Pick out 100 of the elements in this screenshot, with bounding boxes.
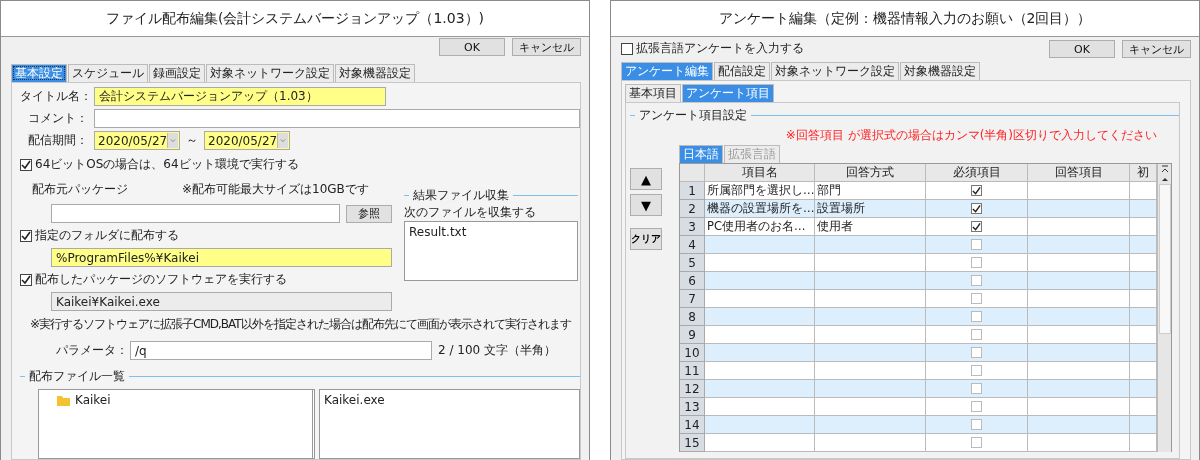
ok-button[interactable]: OK xyxy=(1049,40,1115,58)
table-cell: 所属部門を選択し… xyxy=(705,182,815,200)
column-header: 回答方式 xyxy=(815,164,926,182)
browse-button[interactable]: 参照 xyxy=(346,204,392,223)
table-corner xyxy=(680,164,705,182)
move-down-button[interactable]: ▼ xyxy=(630,194,662,216)
table-cell xyxy=(1130,218,1157,236)
checkbox[interactable] xyxy=(971,365,982,376)
checkbox[interactable] xyxy=(971,383,982,394)
checkbox[interactable] xyxy=(971,239,982,250)
range-separator: ～ xyxy=(186,132,198,149)
checkbox[interactable] xyxy=(971,203,982,214)
tab[interactable]: 対象機器設定 xyxy=(900,62,980,80)
tree-item[interactable]: Kaikei xyxy=(57,393,308,407)
row-number: 7 xyxy=(680,290,705,308)
column-header: 初 xyxy=(1130,164,1157,182)
ok-button[interactable]: OK xyxy=(439,38,505,56)
table-cell xyxy=(1130,182,1157,200)
table-cell xyxy=(1130,200,1157,218)
row-number: 12 xyxy=(680,380,705,398)
checkbox-label: 配布したパッケージのソフトウェアを実行する xyxy=(35,271,287,288)
tab[interactable]: スケジュール xyxy=(68,64,148,82)
table-cell xyxy=(1130,272,1157,290)
cancel-button[interactable]: キャンセル xyxy=(1122,40,1191,58)
column-header: 回答項目 xyxy=(1028,164,1130,182)
row-number: 8 xyxy=(680,308,705,326)
checkbox[interactable] xyxy=(971,257,982,268)
tab[interactable]: 対象ネットワーク設定 xyxy=(206,64,334,82)
checkbox[interactable] xyxy=(971,329,982,340)
table-cell: PC使用者のお名… xyxy=(705,218,815,236)
checkbox[interactable] xyxy=(20,273,32,286)
checkbox[interactable] xyxy=(971,275,982,286)
table-cell xyxy=(1130,398,1157,416)
field-label: 配布元パッケージ xyxy=(32,181,128,198)
size-note: ※配布可能最大サイズは10GBです xyxy=(182,181,369,198)
row-number: 3 xyxy=(680,218,705,236)
table-cell: 設置場所 xyxy=(815,200,926,218)
row-number: 9 xyxy=(680,326,705,344)
table-cell xyxy=(1130,326,1157,344)
folder-field[interactable]: %ProgramFiles%¥Kaikei xyxy=(51,248,392,267)
scrollbar-thumb[interactable] xyxy=(1158,184,1171,334)
row-number: 4 xyxy=(680,236,705,254)
list-item[interactable]: Kaikei.exe xyxy=(324,393,575,407)
list-item: Result.txt xyxy=(409,225,468,239)
row-number: 2 xyxy=(680,200,705,218)
field-label: 次のファイルを収集する xyxy=(404,204,537,221)
parameter-field[interactable]: /q xyxy=(130,341,432,360)
title-field[interactable]: 会計システムバージョンアップ（1.03） xyxy=(94,87,386,106)
start-date-field[interactable]: 2020/05/27 xyxy=(94,131,180,150)
folder-icon xyxy=(57,394,70,406)
checkbox-label: 拡張言語アンケートを入力する xyxy=(636,40,804,57)
checkbox[interactable] xyxy=(621,42,633,55)
row-number: 14 xyxy=(680,416,705,434)
tab[interactable]: 配信設定 xyxy=(714,62,770,80)
move-up-button[interactable]: ▲ xyxy=(630,168,662,190)
warning-text: ※回答項目 が選択式の場合はカンマ(半角)区切りで入力してください xyxy=(785,127,1157,144)
checkbox[interactable] xyxy=(20,229,32,242)
checkbox[interactable] xyxy=(971,311,982,322)
tab[interactable]: 基本項目 xyxy=(625,84,681,102)
field-label: タイトル名： xyxy=(20,88,88,105)
checkbox[interactable] xyxy=(20,158,32,171)
cancel-button[interactable]: キャンセル xyxy=(512,38,581,56)
table-cell xyxy=(1130,254,1157,272)
table-cell xyxy=(1130,362,1157,380)
table-cell xyxy=(1130,344,1157,362)
checkbox[interactable] xyxy=(971,437,982,448)
row-number: 1 xyxy=(680,182,705,200)
column-header: 項目名 xyxy=(705,164,815,182)
scroll-top-icon[interactable] xyxy=(1159,164,1170,174)
scrollbar[interactable] xyxy=(1157,164,1171,452)
tab[interactable]: 対象ネットワーク設定 xyxy=(771,62,899,80)
clear-button[interactable]: クリア xyxy=(630,228,662,250)
comment-field[interactable] xyxy=(94,109,580,128)
checkbox[interactable] xyxy=(971,401,982,412)
table-cell: 部門 xyxy=(815,182,926,200)
checkbox[interactable] xyxy=(971,293,982,304)
file-list[interactable]: Result.txt xyxy=(404,221,578,281)
field-label: コメント： xyxy=(27,110,88,127)
row-number: 13 xyxy=(680,398,705,416)
window-title: アンケート編集（定例：機器情報入力のお願い（2回目）） xyxy=(611,1,1199,37)
end-date-field[interactable]: 2020/05/27 xyxy=(204,131,290,150)
table-cell xyxy=(1130,308,1157,326)
group-title: アンケート項目設定 xyxy=(639,107,747,124)
row-number: 15 xyxy=(680,434,705,452)
table-cell: 使用者 xyxy=(815,218,926,236)
table-cell xyxy=(1130,290,1157,308)
checkbox[interactable] xyxy=(971,347,982,358)
window-title: ファイル配布編集(会計システムバージョンアップ（1.03）) xyxy=(1,1,589,37)
table-cell xyxy=(1130,416,1157,434)
checkbox[interactable] xyxy=(971,185,982,196)
row-number: 6 xyxy=(680,272,705,290)
row-number: 10 xyxy=(680,344,705,362)
package-field[interactable] xyxy=(51,204,340,223)
checkbox[interactable] xyxy=(971,221,982,232)
tab[interactable]: 対象機器設定 xyxy=(335,64,415,82)
character-count: 2 / 100 文字（半角） xyxy=(438,342,557,359)
note-text: ※実行するソフトウェアに拡張子CMD,BAT以外を指定された場合は配布先にて画面が表示されて実行されます xyxy=(30,316,571,333)
checkbox[interactable] xyxy=(971,419,982,430)
field-label: パラメータ： xyxy=(56,342,124,359)
tab[interactable]: 録画設定 xyxy=(149,64,205,82)
